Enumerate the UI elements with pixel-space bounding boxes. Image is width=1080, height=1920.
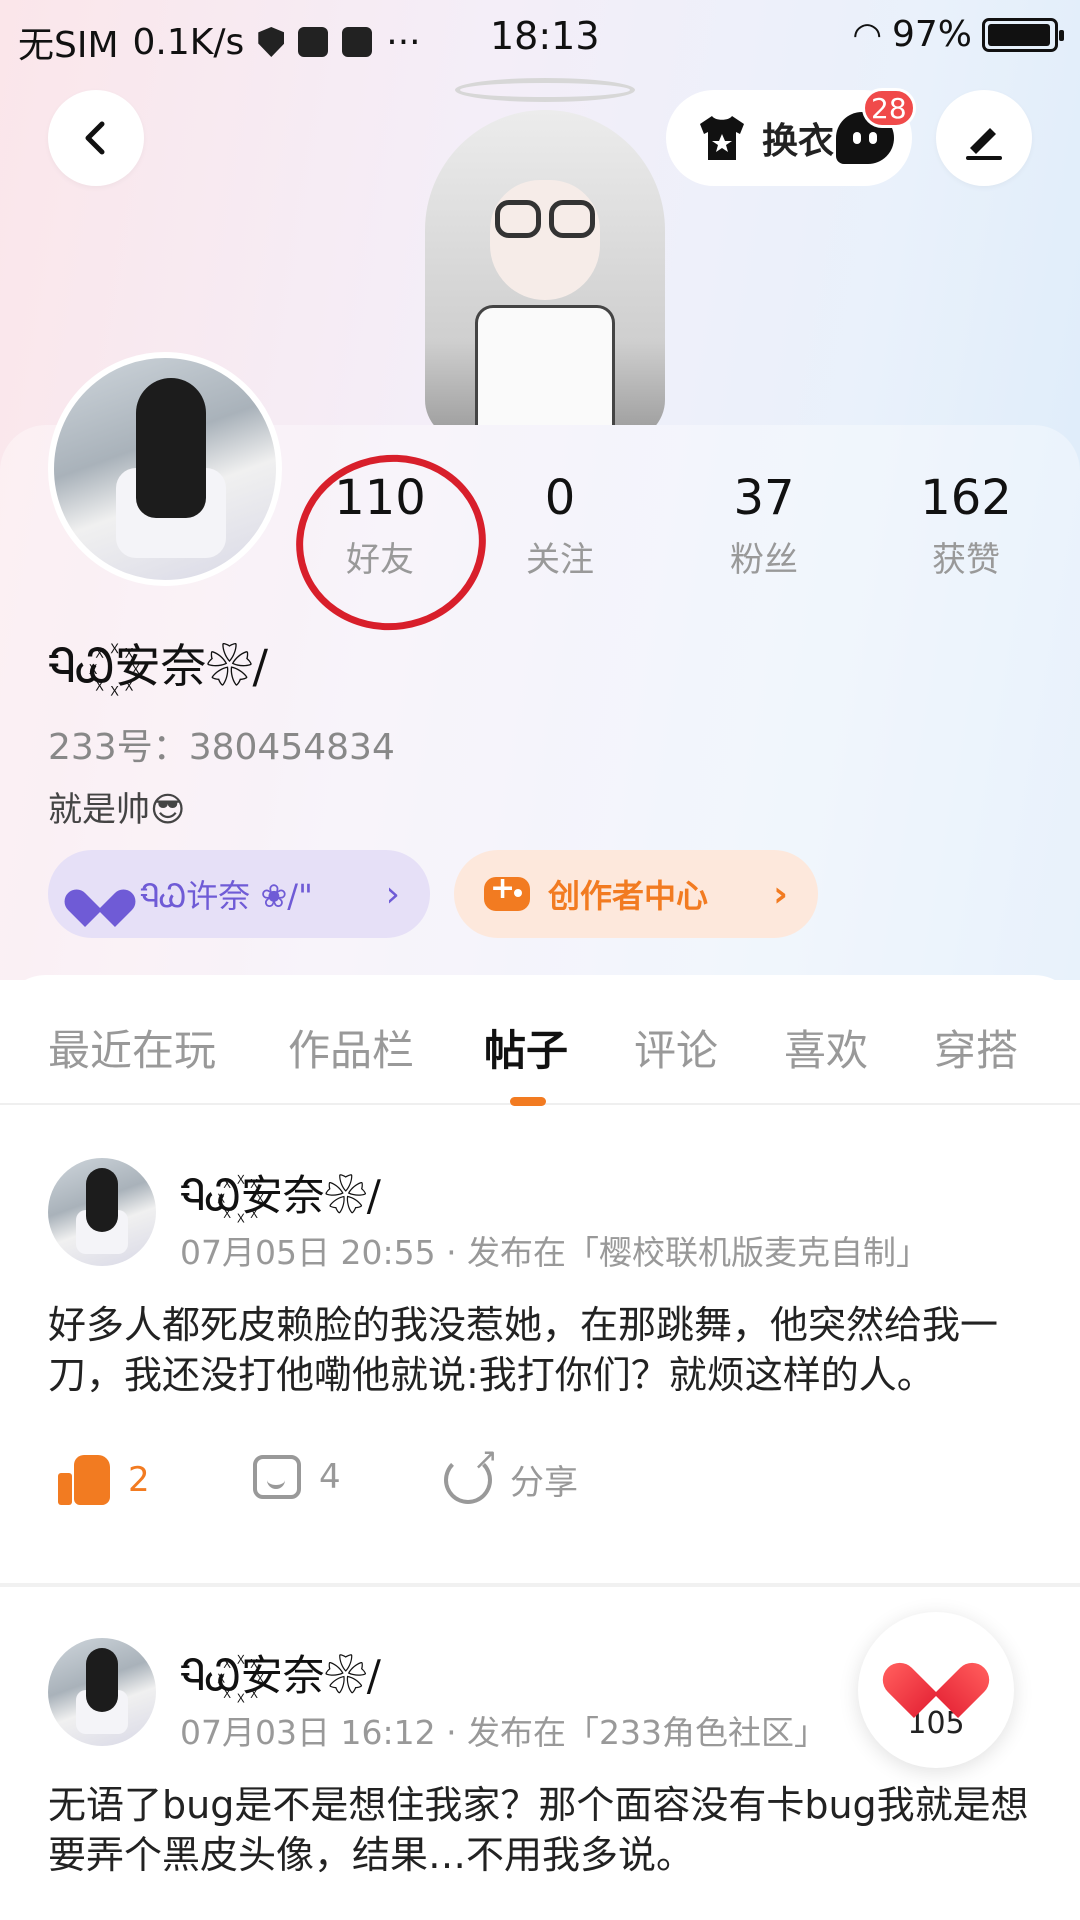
stat-number: 110 <box>334 470 426 526</box>
stat-label: 粉丝 <box>730 540 798 580</box>
shield-icon <box>258 27 285 57</box>
clock: 18:13 <box>490 14 600 58</box>
post-author-avatar[interactable] <box>48 1158 156 1266</box>
nickname: ᏄᏇ꙰安奈❀/ <box>48 639 269 693</box>
vivo-icon <box>342 27 373 57</box>
creator-center-button[interactable]: 创作者中心 › <box>454 850 818 938</box>
chevron-right-icon: › <box>773 873 788 915</box>
like-button[interactable]: 2 <box>58 1455 150 1505</box>
more-dots: ··· <box>386 21 421 63</box>
guardian-name: ᏄᏇ许奈 ❀/" <box>140 877 313 915</box>
stat-label: 好友 <box>346 540 414 580</box>
stat-number: 0 <box>544 470 576 526</box>
share-button[interactable]: 分享 <box>444 1442 578 1504</box>
share-icon <box>444 1442 498 1504</box>
avatar-character[interactable] <box>395 70 695 425</box>
back-button[interactable] <box>48 90 144 186</box>
tab-comments[interactable]: 评论 <box>634 1017 718 1078</box>
floating-like-button[interactable]: 105 <box>858 1612 1014 1768</box>
tab-favorites[interactable]: 喜欢 <box>784 1017 868 1078</box>
comment-button[interactable]: 4 <box>253 1455 341 1499</box>
stat-following[interactable]: 0 关注 <box>480 470 640 581</box>
gamepad-icon <box>484 871 530 911</box>
tab-works[interactable]: 作品栏 <box>288 1017 414 1078</box>
battery-icon <box>982 17 1064 52</box>
post-divider <box>0 1583 1080 1587</box>
message-badge: 28 <box>862 88 916 128</box>
chevron-right-icon: › <box>385 873 400 915</box>
stat-label: 获赞 <box>932 540 1000 580</box>
heart-icon <box>904 1640 968 1698</box>
pencil-icon <box>966 128 1002 160</box>
share-label: 分享 <box>510 1463 578 1503</box>
thumbs-up-icon <box>58 1455 110 1505</box>
network-speed: 0.1K/s <box>132 21 245 63</box>
battery-percent: 97% <box>891 14 972 55</box>
comment-icon <box>253 1455 301 1499</box>
post-text: 无语了bug是不是想住我家？那个面容没有卡bug我就是想要弄个黑皮头像，结果…不… <box>48 1783 1029 1877</box>
stat-followers[interactable]: 37 粉丝 <box>684 470 844 581</box>
post-meta: 07月03日 16:12 · 发布在「233角色社区」 <box>180 1713 828 1752</box>
post-author-name[interactable]: ᏄᏇ꙰安奈❀/ <box>180 1642 381 1703</box>
post-text: 好多人都死皮赖脸的我没惹她，在那跳舞，他突然给我一刀，我还没打他嘞他就说:我打你… <box>48 1303 999 1397</box>
user-id: 233号：380454834 <box>48 727 395 768</box>
stat-likes[interactable]: 162 获赞 <box>886 470 1046 581</box>
tab-posts[interactable]: 帖子 <box>484 1017 568 1078</box>
content-tabs: 最近在玩 作品栏 帖子 评论 喜欢 穿搭 <box>0 975 1080 1105</box>
stat-number: 162 <box>920 470 1012 526</box>
stat-label: 关注 <box>526 540 594 580</box>
carrier-text: 无SIM <box>18 25 119 66</box>
post-author-name[interactable]: ᏄᏇ꙰安奈❀/ <box>180 1162 381 1223</box>
tab-recently-played[interactable]: 最近在玩 <box>48 1017 216 1078</box>
change-outfit-label: 换衣 <box>762 121 835 162</box>
wifi-icon: ◠ <box>852 14 882 55</box>
profile-stats: 110 好友 0 关注 37 粉丝 162 获赞 <box>300 470 1060 580</box>
post-actions: 2 4 分享 <box>48 1442 748 1515</box>
bio: 就是帅😎 <box>48 790 186 830</box>
creator-center-label: 创作者中心 <box>548 877 709 915</box>
post-meta: 07月05日 20:55 · 发布在「樱校联机版麦克自制」 <box>180 1233 930 1272</box>
tab-outfits[interactable]: 穿搭 <box>934 1017 1018 1078</box>
chevron-left-icon <box>85 121 105 155</box>
post-card[interactable]: ᏄᏇ꙰安奈❀/ 07月05日 20:55 · 发布在「樱校联机版麦克自制」 好多… <box>0 1110 1080 1580</box>
heart-icon <box>78 874 122 914</box>
like-count: 2 <box>128 1460 150 1500</box>
status-bar: 无SIM 0.1K/s ··· 18:13 ◠ 97% <box>0 0 1080 76</box>
edit-profile-button[interactable] <box>936 90 1032 186</box>
stat-number: 37 <box>733 470 795 526</box>
avatar[interactable] <box>48 352 282 586</box>
comment-count: 4 <box>319 1457 341 1497</box>
tshirt-icon <box>700 116 744 160</box>
active-tab-indicator <box>510 1097 546 1106</box>
guardian-chip[interactable]: ᏄᏇ许奈 ❀/" › <box>48 850 430 938</box>
bag-icon <box>298 27 329 57</box>
stat-friends[interactable]: 110 好友 <box>300 470 460 581</box>
post-author-avatar[interactable] <box>48 1638 156 1746</box>
